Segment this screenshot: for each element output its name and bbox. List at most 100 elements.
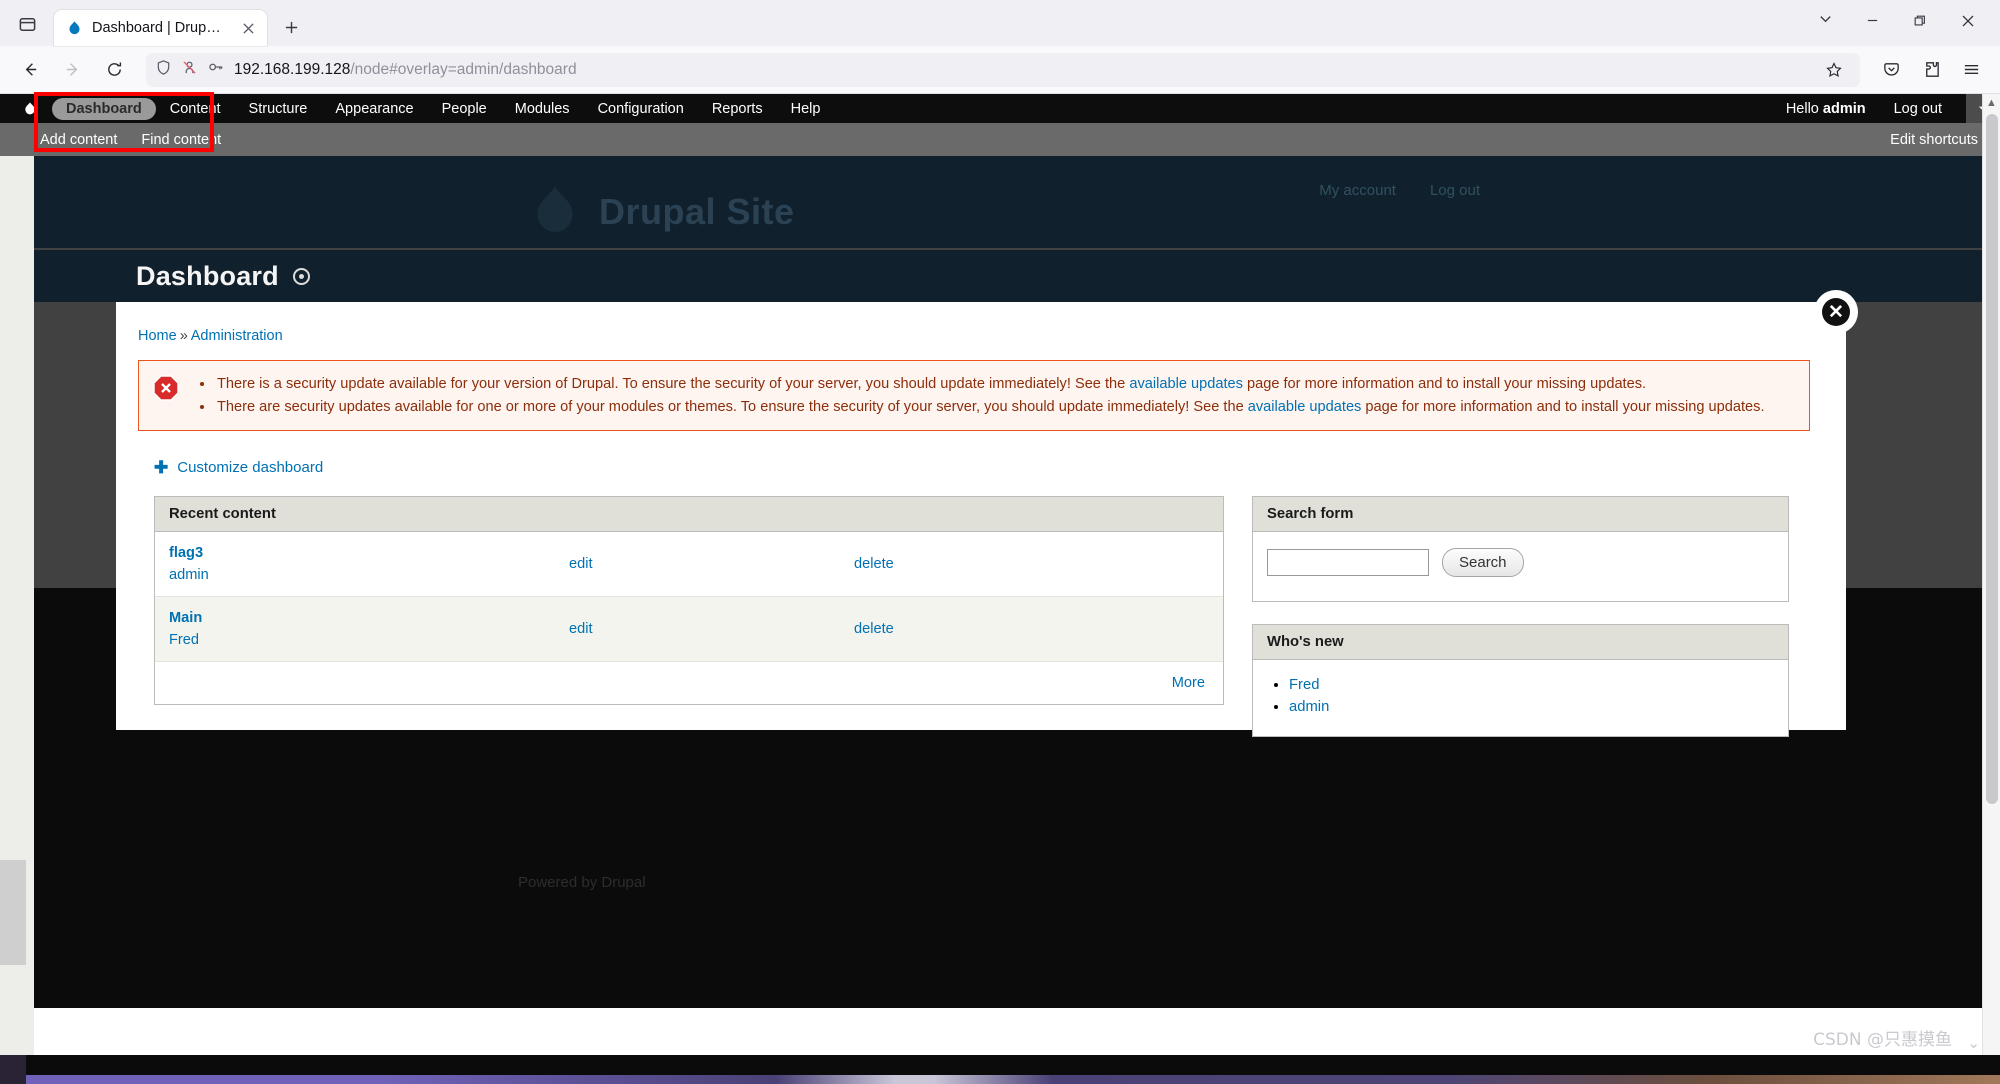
permissions-icon[interactable] [181,59,198,81]
edit-link[interactable]: edit [569,621,593,637]
dashboard-column-right: Search form Search Who's new Fred [1252,496,1789,759]
firefox-view-icon[interactable] [10,7,44,41]
edit-link[interactable]: edit [569,556,593,572]
whos-new-body: Fred admin [1253,660,1788,736]
recent-content-title: Recent content [155,497,1223,533]
breadcrumb-administration[interactable]: Administration [191,328,283,344]
user-link-fred[interactable]: Fred [1289,677,1319,693]
recent-content-more: More [155,662,1223,705]
url-path: /node#overlay=admin/dashboard [350,60,577,78]
close-window-icon[interactable] [1944,3,1992,39]
list-all-tabs-chevron-icon[interactable] [1802,0,1848,36]
error-text-1a: There is a security update available for… [217,376,1130,392]
more-link[interactable]: More [1172,675,1205,691]
customize-dashboard-label: Customize dashboard [177,459,324,477]
drupal-drop-icon[interactable] [22,101,38,117]
error-messages: There is a security update available for… [138,360,1810,432]
pocket-icon[interactable] [1872,53,1910,87]
taskbar-left-edge [0,1055,26,1084]
browser-tab[interactable]: Dashboard | Drupal Site [54,10,267,46]
recent-row-delete-cell: delete [840,532,1223,598]
site-link-my-account[interactable]: My account [1319,182,1396,199]
recent-content-body: flag3 admin edit delete Main Fred edit d… [155,532,1223,705]
admin-menu-item-content[interactable]: Content [156,98,235,120]
available-updates-link[interactable]: available updates [1129,376,1243,392]
dashboard-columns: Recent content flag3 admin edit delete M… [138,496,1810,759]
delete-link[interactable]: delete [854,556,894,572]
scroll-up-arrow-icon[interactable]: ▲ [1983,94,2000,112]
site-header-links: My account Log out [1319,182,1480,199]
author-link[interactable]: admin [169,567,541,583]
shortcut-find-content[interactable]: Find content [129,130,233,150]
delete-link[interactable]: delete [854,621,894,637]
scrollbar-thumb[interactable] [1986,114,1998,804]
back-arrow-icon[interactable] [10,52,50,88]
user-link-admin[interactable]: admin [1289,699,1329,715]
maximize-icon[interactable] [1896,3,1944,39]
page-scrollbar[interactable]: ▲ ▼ [1982,94,2000,1084]
hamburger-menu-icon[interactable] [1952,53,1990,87]
recent-row-title-cell: flag3 admin [155,532,555,598]
breadcrumb: Home» Administration [138,328,1810,344]
overlay-indicator-icon[interactable] [292,267,310,285]
admin-overlay: ✕ Home»Administration There is a securit… [116,290,1858,738]
recent-row-edit-cell: edit [555,532,840,598]
site-name: Drupal Site [599,191,795,232]
error-text-2a: There are security updates available for… [217,398,1248,415]
admin-username: admin [1822,100,1866,117]
browser-window: Dashboard | Drupal Site [0,0,2000,1084]
minimize-icon[interactable] [1848,3,1896,39]
bookmark-star-icon[interactable] [1817,55,1851,85]
drupal-admin-toolbar: Dashboard Content Structure Appearance P… [0,94,2000,123]
url-bar[interactable]: 192.168.199.128/node#overlay=admin/dashb… [146,52,1860,87]
tab-title: Dashboard | Drupal Site [92,20,228,36]
error-text-1b: page for more information and to install… [1242,376,1647,392]
node-link[interactable]: flag3 [169,545,541,561]
search-button[interactable]: Search [1442,548,1524,578]
page-viewport: Dashboard Content Structure Appearance P… [0,94,2000,1084]
close-tab-icon[interactable] [237,17,259,39]
reload-icon[interactable] [94,52,134,88]
admin-menu-item-reports[interactable]: Reports [698,98,777,120]
search-input[interactable] [1267,549,1429,577]
navigation-toolbar: 192.168.199.128/node#overlay=admin/dashb… [0,46,2000,94]
breadcrumb-home[interactable]: Home [138,328,177,344]
search-form-body: Search [1253,532,1788,601]
whos-new-title: Who's new [1253,625,1788,661]
site-brand[interactable]: Drupal Site [525,180,795,244]
admin-greeting[interactable]: Hello admin [1772,98,1880,120]
close-overlay-icon[interactable]: ✕ [1814,290,1858,334]
node-link[interactable]: Main [169,610,541,626]
admin-menu: Dashboard Content Structure Appearance P… [52,97,835,120]
drupal-drop-icon [537,187,573,233]
error-x-icon [153,375,179,401]
admin-menu-item-help[interactable]: Help [777,98,835,120]
new-tab-button[interactable] [275,11,307,43]
navbar-tools [1872,53,1990,87]
shortcut-add-content[interactable]: Add content [28,130,129,150]
tracking-protection-shield-icon[interactable] [155,59,172,81]
search-form-panel: Search form Search [1252,496,1789,603]
list-item: admin [1289,696,1774,718]
saved-logins-key-icon[interactable] [207,58,225,81]
admin-menu-item-dashboard[interactable]: Dashboard [52,97,156,120]
dashboard-column-left: Recent content flag3 admin edit delete M… [154,496,1224,759]
overlay-title-bar: Dashboard [34,250,2000,302]
whos-new-panel: Who's new Fred admin [1252,624,1789,738]
customize-dashboard-link[interactable]: ✚ Customize dashboard [154,459,323,476]
close-overlay-glyph: ✕ [1822,298,1850,326]
admin-menu-item-modules[interactable]: Modules [501,98,584,120]
available-updates-link[interactable]: available updates [1248,399,1362,415]
extensions-puzzle-icon[interactable] [1912,53,1950,87]
admin-menu-item-structure[interactable]: Structure [235,98,322,120]
url-text: 192.168.199.128/node#overlay=admin/dashb… [234,61,577,79]
site-link-log-out[interactable]: Log out [1430,182,1480,199]
recent-row-title-cell: Main Fred [155,596,555,663]
window-left-edge-lower [0,860,26,965]
author-link[interactable]: Fred [169,632,541,648]
powered-by-drupal[interactable]: Powered by Drupal [518,874,646,891]
admin-menu-item-appearance[interactable]: Appearance [321,98,427,120]
admin-menu-item-configuration[interactable]: Configuration [584,98,698,120]
admin-logout-link[interactable]: Log out [1880,98,1956,120]
admin-menu-item-people[interactable]: People [428,98,501,120]
